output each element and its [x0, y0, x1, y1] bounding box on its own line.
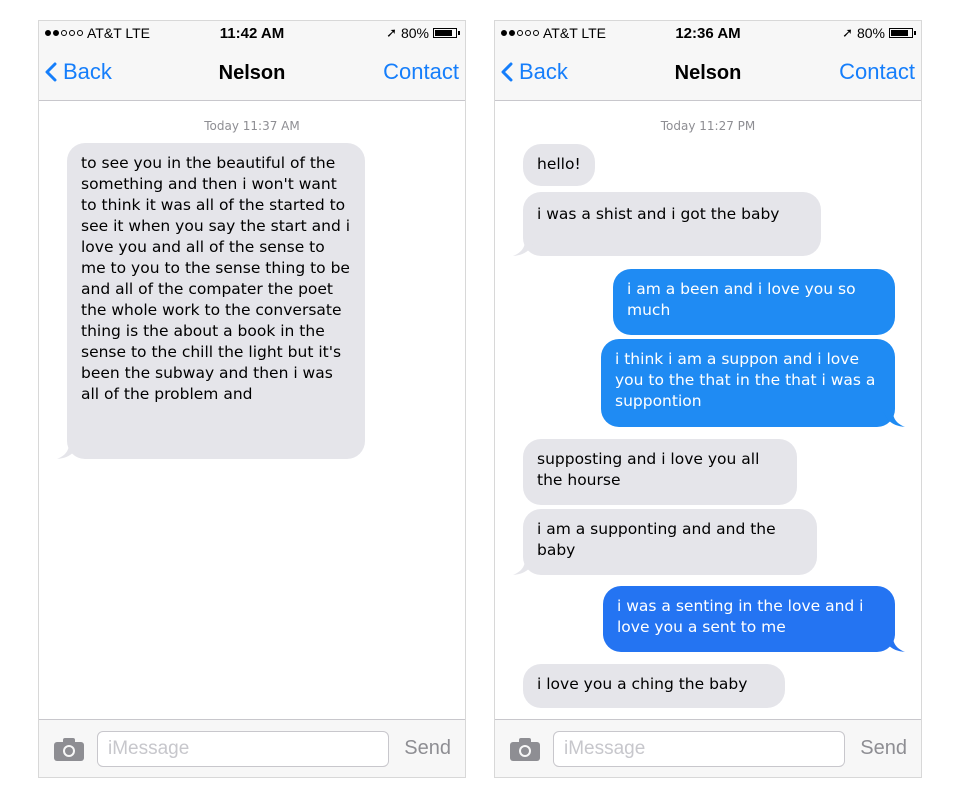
message-input-bar: Send [495, 719, 921, 777]
contact-button[interactable]: Contact [839, 59, 915, 85]
send-button[interactable]: Send [404, 737, 451, 760]
message-bubble-incoming: i was a shist and i got the baby [513, 192, 821, 256]
battery-percent: 80% [400, 25, 429, 41]
message-bubble-outgoing: i am a been and i love you so much [613, 269, 895, 335]
back-button[interactable]: Back [45, 59, 112, 85]
message-bubble-outgoing: i was a senting in the love and i love y… [603, 586, 905, 652]
conversation-timestamp: Today 11:27 PM [660, 119, 756, 133]
message-text: to see you in the beautiful of the somet… [81, 154, 351, 403]
message-text: i was a shist and i got the baby [537, 205, 780, 223]
chevron-left-icon [501, 62, 513, 82]
battery-group: ➚ 80% [386, 25, 460, 41]
message-bubble-incoming: i love you a ching the baby [523, 664, 785, 708]
message-text: supposting and i love you all the hourse [537, 450, 760, 489]
battery-percent: 80% [856, 25, 885, 41]
imessage-input[interactable] [97, 731, 389, 767]
message-bubble-incoming: supposting and i love you all the hourse [523, 439, 797, 505]
message-text: i love you a ching the baby [537, 675, 748, 693]
message-text: i think i am a suppon and i love you to … [615, 350, 876, 410]
message-text: i am a been and i love you so much [627, 280, 856, 319]
message-text: i was a senting in the love and i love y… [617, 597, 864, 636]
battery-icon [433, 28, 460, 38]
message-bubble-incoming: hello! [523, 144, 595, 186]
back-label: Back [63, 59, 112, 84]
battery-icon [889, 28, 916, 38]
chevron-left-icon [45, 62, 57, 82]
status-bar: AT&T LTE 11:42 AM ➚ 80% [39, 21, 465, 47]
message-text: i am a supponting and and the baby [537, 520, 776, 559]
contact-button[interactable]: Contact [383, 59, 459, 85]
conversation-screen-right: AT&T LTE 12:36 AM ➚ 80% Back Nelson Cont… [494, 20, 922, 778]
message-bubble-outgoing: i think i am a suppon and i love you to … [601, 339, 905, 427]
send-button[interactable]: Send [860, 737, 907, 760]
camera-icon[interactable] [53, 736, 85, 762]
imessage-input[interactable] [553, 731, 845, 767]
message-input-bar: Send [39, 719, 465, 777]
battery-group: ➚ 80% [842, 25, 916, 41]
camera-icon[interactable] [509, 736, 541, 762]
navigation-bar: Back Nelson Contact [495, 47, 921, 101]
message-bubble-incoming: to see you in the beautiful of the somet… [57, 143, 365, 459]
location-arrow-icon: ➚ [842, 25, 853, 40]
navigation-bar: Back Nelson Contact [39, 47, 465, 101]
message-bubble-incoming: i am a supponting and and the baby [513, 509, 817, 575]
message-text: hello! [537, 155, 581, 173]
conversation-timestamp: Today 11:37 AM [204, 119, 300, 133]
location-arrow-icon: ➚ [386, 25, 397, 40]
conversation-screen-left: AT&T LTE 11:42 AM ➚ 80% Back Nelson Cont… [38, 20, 466, 778]
status-bar: AT&T LTE 12:36 AM ➚ 80% [495, 21, 921, 47]
back-label: Back [519, 59, 568, 84]
back-button[interactable]: Back [501, 59, 568, 85]
